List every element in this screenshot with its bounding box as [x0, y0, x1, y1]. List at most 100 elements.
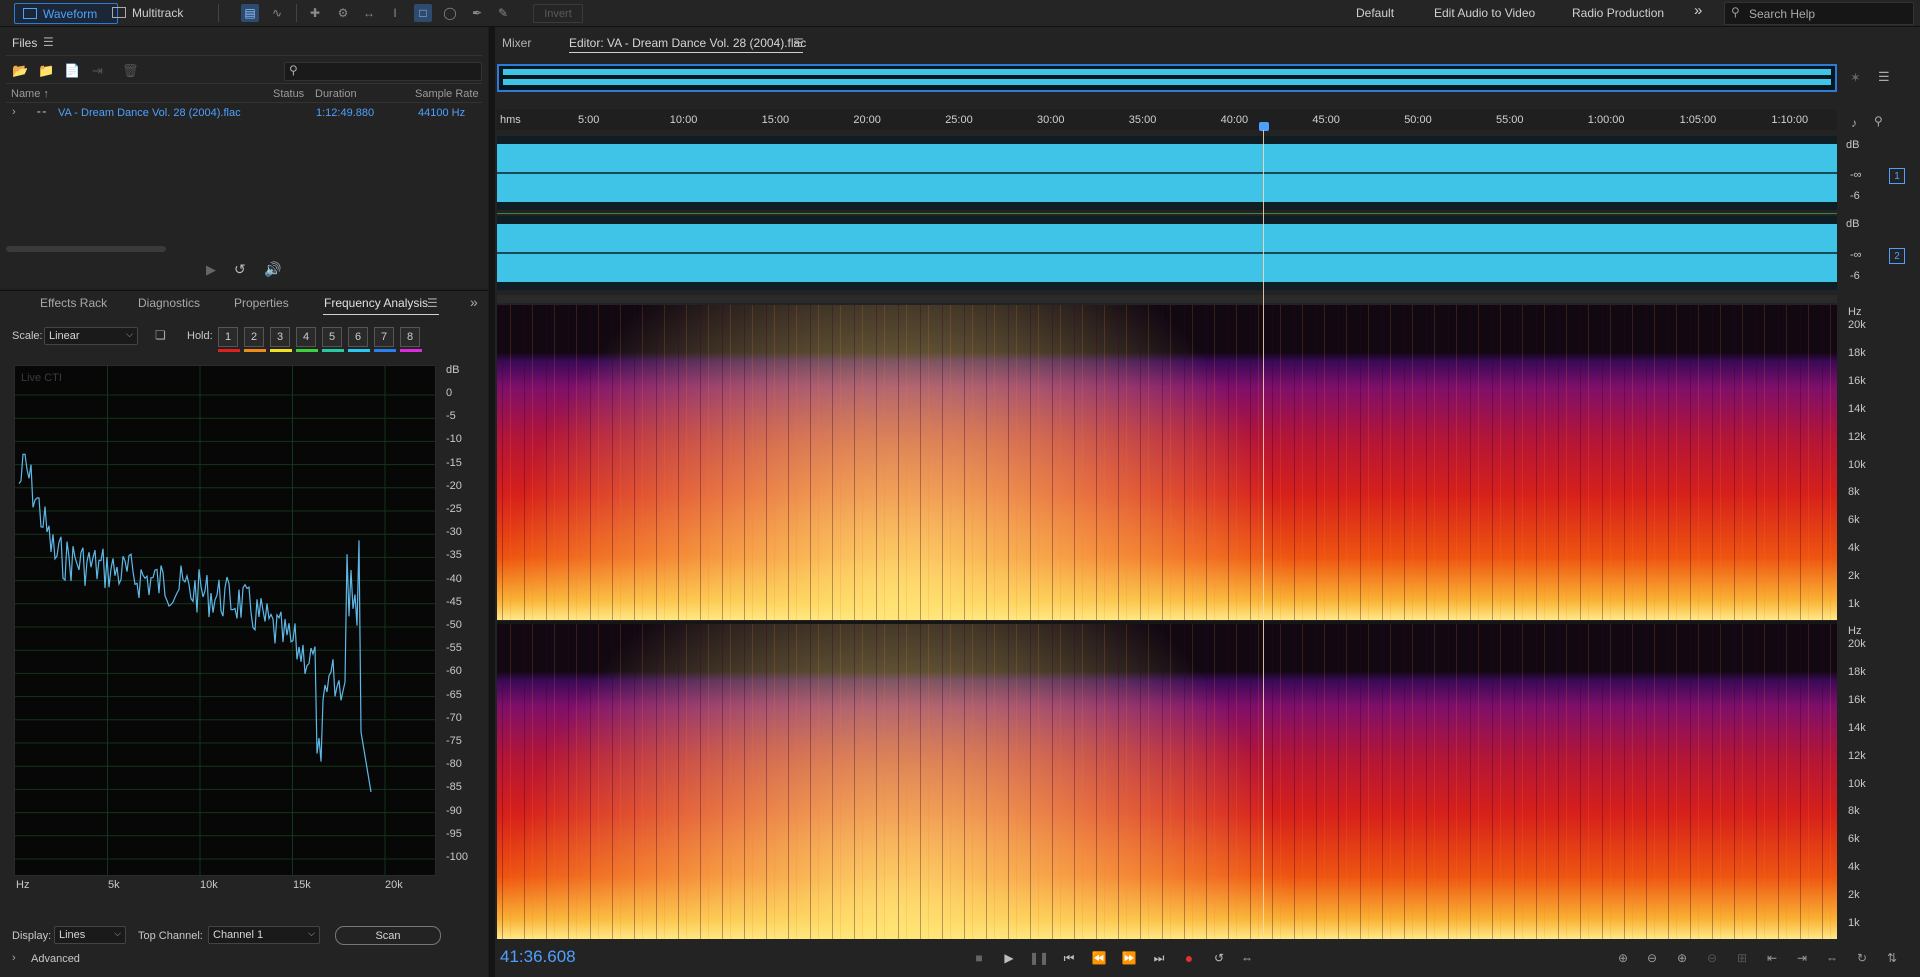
zoom-out-full-icon[interactable]: ⊞ [1732, 949, 1752, 967]
files-scrollbar[interactable] [6, 246, 166, 252]
display-options-icon[interactable]: ☰ [1878, 69, 1890, 85]
workspace-edit-audio-to-video[interactable]: Edit Audio to Video [1434, 6, 1535, 20]
spectral-display-channel-2[interactable] [497, 624, 1837, 939]
frequency-curve [18, 453, 372, 793]
waveform-channel-2[interactable] [497, 216, 1837, 290]
display-dropdown[interactable]: Lines [54, 926, 126, 944]
play-button[interactable]: ▶ [1000, 949, 1018, 967]
more-panels-icon[interactable]: » [470, 294, 478, 310]
playhead-handle[interactable] [1259, 122, 1269, 131]
stop-button[interactable]: ■ [970, 949, 988, 967]
zoom-in-time-icon[interactable]: ⊕ [1672, 949, 1692, 967]
hold-button-3[interactable]: 3 [270, 327, 290, 347]
ch2-db-tick: -6 [1850, 270, 1860, 282]
move-tool-icon[interactable]: ✚ [306, 4, 324, 22]
scan-button[interactable]: Scan [335, 926, 441, 945]
tab-effects-rack[interactable]: Effects Rack [40, 296, 107, 310]
files-menu-icon[interactable]: ☰ [43, 35, 54, 49]
spectral-display-channel-1[interactable] [497, 305, 1837, 620]
waveform-channel-1[interactable] [497, 136, 1837, 210]
zoom-out-time-icon[interactable]: ⊖ [1702, 949, 1722, 967]
hold-button-2[interactable]: 2 [244, 327, 264, 347]
panel-menu-icon[interactable]: ☰ [427, 296, 438, 310]
pin-icon[interactable]: ⚲ [1874, 114, 1883, 128]
record-button[interactable]: ● [1180, 949, 1198, 967]
files-filter-input[interactable]: ⚲ [284, 62, 482, 81]
hold-button-8[interactable]: 8 [400, 327, 420, 347]
brush-tool-icon[interactable]: ✒ [468, 4, 486, 22]
spectral-view-icon[interactable]: ∿ [268, 4, 286, 22]
zoom-to-selection-icon[interactable]: ⇔ [1822, 949, 1842, 967]
more-workspaces-button[interactable]: » [1694, 2, 1702, 19]
db-tick-label: -65 [446, 688, 462, 701]
multitrack-mode-button[interactable]: Multitrack [104, 3, 208, 22]
zoom-in-at-end-icon[interactable]: ⇥ [1792, 949, 1812, 967]
play-file-icon[interactable]: ▶ [206, 262, 216, 278]
view-splitter[interactable] [497, 295, 1837, 303]
zoom-tool-icon[interactable]: ✶ [1850, 70, 1861, 86]
next-button[interactable]: ⏭ [1150, 949, 1168, 967]
ruler-time-label: 55:00 [1496, 114, 1524, 126]
razor-tool-icon[interactable]: ⚙ [334, 4, 352, 22]
channel-1-badge[interactable]: 1 [1889, 168, 1905, 184]
channel-2-badge[interactable]: 2 [1889, 248, 1905, 264]
hold-button-7[interactable]: 7 [374, 327, 394, 347]
expand-icon[interactable]: › [12, 106, 16, 118]
time-selection-tool-icon[interactable]: I [386, 4, 404, 22]
timeline-ruler[interactable]: hms [497, 109, 1837, 130]
tab-properties[interactable]: Properties [234, 296, 289, 310]
col-duration[interactable]: Duration [315, 88, 357, 100]
waveform-view-icon[interactable]: ▤ [241, 4, 259, 22]
tab-editor[interactable]: Editor: VA - Dream Dance Vol. 28 (2004).… [569, 36, 806, 50]
lasso-tool-icon[interactable]: ◯ [441, 4, 459, 22]
insert-into-multitrack-icon[interactable]: ⇥ [92, 63, 103, 79]
tab-frequency-analysis[interactable]: Frequency Analysis [324, 296, 428, 310]
zoom-out-amplitude-icon[interactable]: ⊖ [1642, 949, 1662, 967]
loop-button[interactable]: ↺ [1210, 949, 1228, 967]
hold-button-1[interactable]: 1 [218, 327, 238, 347]
hold-button-4[interactable]: 4 [296, 327, 316, 347]
playhead-time-display[interactable]: 41:36.608 [500, 947, 576, 967]
log-options-icon[interactable]: ❏ [155, 328, 166, 342]
tab-mixer[interactable]: Mixer [502, 36, 531, 50]
col-name[interactable]: Name ↑ [11, 88, 49, 100]
tab-diagnostics[interactable]: Diagnostics [138, 296, 200, 310]
new-file-icon[interactable]: 📄 [64, 63, 80, 79]
waveform-mode-button[interactable]: Waveform [14, 3, 118, 24]
db-tick-label: -75 [446, 735, 462, 747]
fast-forward-button[interactable]: ⏩ [1120, 949, 1138, 967]
zoom-in-at-start-icon[interactable]: ⇤ [1762, 949, 1782, 967]
slip-tool-icon[interactable]: ↔ [360, 4, 378, 22]
col-sample-rate[interactable]: Sample Rate [415, 88, 479, 100]
import-file-icon[interactable]: 📁 [38, 63, 54, 79]
invert-button[interactable]: Invert [533, 4, 583, 23]
autoplay-icon[interactable]: 🔊 [264, 261, 281, 278]
workspace-radio-production[interactable]: Radio Production [1572, 6, 1664, 20]
hold-button-6[interactable]: 6 [348, 327, 368, 347]
zoom-in-amplitude-icon[interactable]: ⊕ [1613, 949, 1633, 967]
top-channel-dropdown[interactable]: Channel 1 [208, 926, 320, 944]
rewind-button[interactable]: ⏪ [1090, 949, 1108, 967]
editor-menu-icon[interactable]: ☰ [793, 36, 804, 50]
spot-healing-tool-icon[interactable]: ✎ [494, 4, 512, 22]
advanced-toggle[interactable]: Advanced [31, 953, 80, 965]
delete-icon[interactable]: 🗑 [122, 63, 139, 79]
overview-navigator[interactable] [497, 64, 1837, 92]
loop-file-icon[interactable]: ↺ [234, 261, 246, 278]
table-row[interactable]: › ⁃⁃ VA - Dream Dance Vol. 28 (2004).fla… [6, 105, 482, 122]
marquee-tool-icon[interactable]: □ [414, 4, 432, 22]
workspace-default[interactable]: Default [1356, 6, 1394, 20]
zoom-selected-channel-icon[interactable]: ⇅ [1882, 949, 1902, 967]
scale-dropdown[interactable]: Linear [44, 327, 138, 345]
hold-button-5[interactable]: 5 [322, 327, 342, 347]
col-status[interactable]: Status [273, 88, 304, 100]
skip-selection-button[interactable]: ⇔ [1238, 949, 1256, 967]
ruler-time-label: 1:05:00 [1679, 114, 1717, 126]
advanced-expand-icon[interactable]: › [12, 952, 16, 964]
search-help-field[interactable]: ⚲ Search Help [1724, 2, 1914, 25]
previous-button[interactable]: ⏮ [1060, 949, 1078, 967]
headphones-icon[interactable]: ♪ [1851, 116, 1857, 130]
open-file-icon[interactable]: 📂 [12, 63, 28, 79]
zoom-reset-icon[interactable]: ↻ [1852, 949, 1872, 967]
pause-button[interactable]: ❚❚ [1029, 949, 1049, 967]
